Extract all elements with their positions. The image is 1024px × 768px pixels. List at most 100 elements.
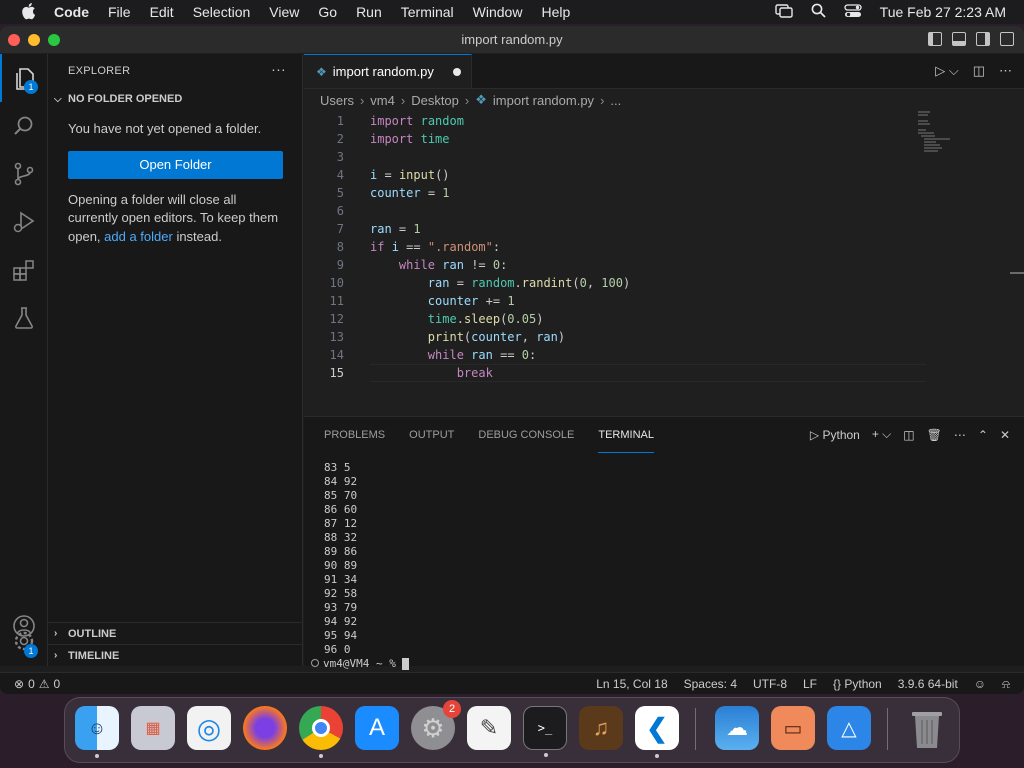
toggle-primary-sidebar-icon[interactable] xyxy=(928,32,942,46)
tab-terminal[interactable]: TERMINAL xyxy=(598,417,654,453)
terminal-app-icon[interactable]: >_ xyxy=(523,706,567,757)
safari-icon[interactable]: ◎ xyxy=(187,706,231,750)
notifications-bell-icon[interactable]: ⍾ xyxy=(1002,677,1010,692)
search-activity-button[interactable] xyxy=(0,102,48,150)
weather-icon[interactable]: ☁ xyxy=(715,706,759,750)
finder-icon[interactable]: ☺ xyxy=(75,706,119,758)
menu-edit[interactable]: Edit xyxy=(150,4,174,20)
trash-icon[interactable] xyxy=(905,706,949,750)
spotlight-search-icon[interactable] xyxy=(811,3,826,21)
keynote-icon[interactable]: △ xyxy=(827,706,871,750)
kill-terminal-icon[interactable]: 🗑︎ xyxy=(927,428,942,442)
breadcrumb-users[interactable]: Users xyxy=(320,93,354,108)
code-line[interactable]: 12 time.sleep(0.05) xyxy=(304,310,1024,328)
code-line[interactable]: 8 if i == ".random": xyxy=(304,238,1024,256)
source-control-activity-button[interactable] xyxy=(0,150,48,198)
editor-more-icon[interactable]: ⋯ xyxy=(999,63,1012,79)
breadcrumb-symbols[interactable]: ... xyxy=(610,93,621,108)
breadcrumb-desktop[interactable]: Desktop xyxy=(411,93,459,108)
code-line[interactable]: 5 counter = 1 xyxy=(304,184,1024,202)
timeline-section-header[interactable]: › TIMELINE xyxy=(48,644,302,666)
tab-problems[interactable]: PROBLEMS xyxy=(324,417,385,453)
menu-selection[interactable]: Selection xyxy=(193,4,251,20)
tab-output[interactable]: OUTPUT xyxy=(409,417,454,453)
code-line[interactable]: 13 print(counter, ran) xyxy=(304,328,1024,346)
code-line[interactable]: 7 ran = 1 xyxy=(304,220,1024,238)
menu-go[interactable]: Go xyxy=(318,4,337,20)
launchpad-icon[interactable]: ▦ xyxy=(131,706,175,750)
editor-scrollbar[interactable] xyxy=(1010,272,1024,274)
code-line[interactable]: 14 while ran == 0: xyxy=(304,346,1024,364)
menu-file[interactable]: File xyxy=(108,4,131,20)
apple-icon[interactable] xyxy=(20,2,38,23)
outline-section-header[interactable]: › OUTLINE xyxy=(48,622,302,644)
control-center-icon[interactable] xyxy=(844,3,862,21)
code-line[interactable]: 6 xyxy=(304,202,1024,220)
system-settings-icon[interactable]: ⚙ 2 xyxy=(411,700,461,750)
code-line[interactable]: 9 while ran != 0: xyxy=(304,256,1024,274)
minimize-window-button[interactable] xyxy=(28,34,40,46)
explorer-activity-button[interactable]: 1 xyxy=(0,54,48,102)
panel-more-icon[interactable]: ⋯ xyxy=(954,428,966,442)
vscode-icon[interactable]: ❮ xyxy=(635,706,679,758)
language-mode[interactable]: {} Python xyxy=(833,677,882,691)
screen-mirroring-icon[interactable] xyxy=(774,3,793,21)
tab-debug-console[interactable]: DEBUG CONSOLE xyxy=(478,417,574,453)
code-line[interactable]: 2 import time xyxy=(304,130,1024,148)
firefox-icon[interactable] xyxy=(243,706,287,750)
menu-view[interactable]: View xyxy=(269,4,299,20)
more-actions-icon[interactable]: ··· xyxy=(271,61,286,77)
code-line[interactable]: 3 xyxy=(304,148,1024,166)
indentation[interactable]: Spaces: 4 xyxy=(684,677,737,691)
code-line[interactable]: 4 i = input() xyxy=(304,166,1024,184)
cursor-position[interactable]: Ln 15, Col 18 xyxy=(596,677,667,691)
split-terminal-icon[interactable]: ◫ xyxy=(903,428,914,442)
menu-run[interactable]: Run xyxy=(356,4,382,20)
editor-tab-import-random[interactable]: ❖ import random.py xyxy=(304,54,472,88)
toggle-secondary-sidebar-icon[interactable] xyxy=(976,32,990,46)
run-debug-activity-button[interactable] xyxy=(0,198,48,246)
menu-terminal[interactable]: Terminal xyxy=(401,4,454,20)
problems-status[interactable]: ⊗ 0 ⚠︎ 0 xyxy=(0,677,60,691)
close-panel-icon[interactable]: ✕ xyxy=(1000,428,1010,442)
code-editor[interactable]: 1 import random 2 import time 3 4 i = input() 5… xyxy=(304,111,1024,382)
customize-layout-icon[interactable] xyxy=(1000,32,1014,46)
testing-activity-button[interactable] xyxy=(0,294,48,342)
code-line[interactable]: 11 counter += 1 xyxy=(304,292,1024,310)
menu-window[interactable]: Window xyxy=(473,4,523,20)
code-line[interactable]: 1 import random xyxy=(304,112,1024,130)
python-interpreter[interactable]: 3.9.6 64-bit xyxy=(898,677,958,691)
feedback-icon[interactable]: ☺ xyxy=(974,677,986,691)
encoding[interactable]: UTF-8 xyxy=(753,677,787,691)
menu-help[interactable]: Help xyxy=(541,4,570,20)
maximize-window-button[interactable] xyxy=(48,34,60,46)
maximize-panel-icon[interactable]: ⌃ xyxy=(978,428,988,442)
extensions-activity-button[interactable] xyxy=(0,246,48,294)
code-line[interactable]: 15 break xyxy=(304,364,1024,382)
terminal-profile[interactable]: ▷ Python xyxy=(810,428,860,442)
code-line[interactable]: 10 ran = random.randint(0, 100) xyxy=(304,274,1024,292)
no-folder-section-header[interactable]: ⌵ NO FOLDER OPENED xyxy=(48,88,302,110)
run-python-file-icon[interactable]: ▷ ⌵ xyxy=(935,63,958,79)
breadcrumb-file[interactable]: import random.py xyxy=(493,93,594,108)
breadcrumb-vm4[interactable]: vm4 xyxy=(370,93,395,108)
textedit-icon[interactable]: ✎ xyxy=(467,706,511,750)
unsaved-dot-icon[interactable] xyxy=(453,68,461,76)
chrome-icon[interactable] xyxy=(299,706,343,758)
minimap[interactable] xyxy=(918,111,958,152)
open-folder-button[interactable]: Open Folder xyxy=(68,150,283,179)
split-editor-icon[interactable]: ◫ xyxy=(973,63,985,79)
menubar-clock[interactable]: Tue Feb 27 2:23 AM xyxy=(880,4,1006,20)
end-of-line[interactable]: LF xyxy=(803,677,817,691)
garageband-icon[interactable]: ♫ xyxy=(579,706,623,750)
menu-app-name[interactable]: Code xyxy=(54,4,89,20)
terminal-prompt-line[interactable]: vm4@VM4 ~ % xyxy=(311,657,1024,671)
terminal-output[interactable]: 83 5 84 92 85 70 86 60 87 12 88 32 89 86 90 89 9… xyxy=(304,453,1024,671)
screen-sharing-icon[interactable]: ▭ xyxy=(771,706,815,750)
toggle-panel-icon[interactable] xyxy=(952,32,966,46)
manage-activity-button[interactable]: 1 xyxy=(0,631,48,666)
app-store-icon[interactable]: A xyxy=(355,706,399,750)
add-folder-link[interactable]: add a folder xyxy=(104,229,173,244)
new-terminal-icon[interactable]: + ⌵ xyxy=(872,427,891,442)
close-window-button[interactable] xyxy=(8,34,20,46)
